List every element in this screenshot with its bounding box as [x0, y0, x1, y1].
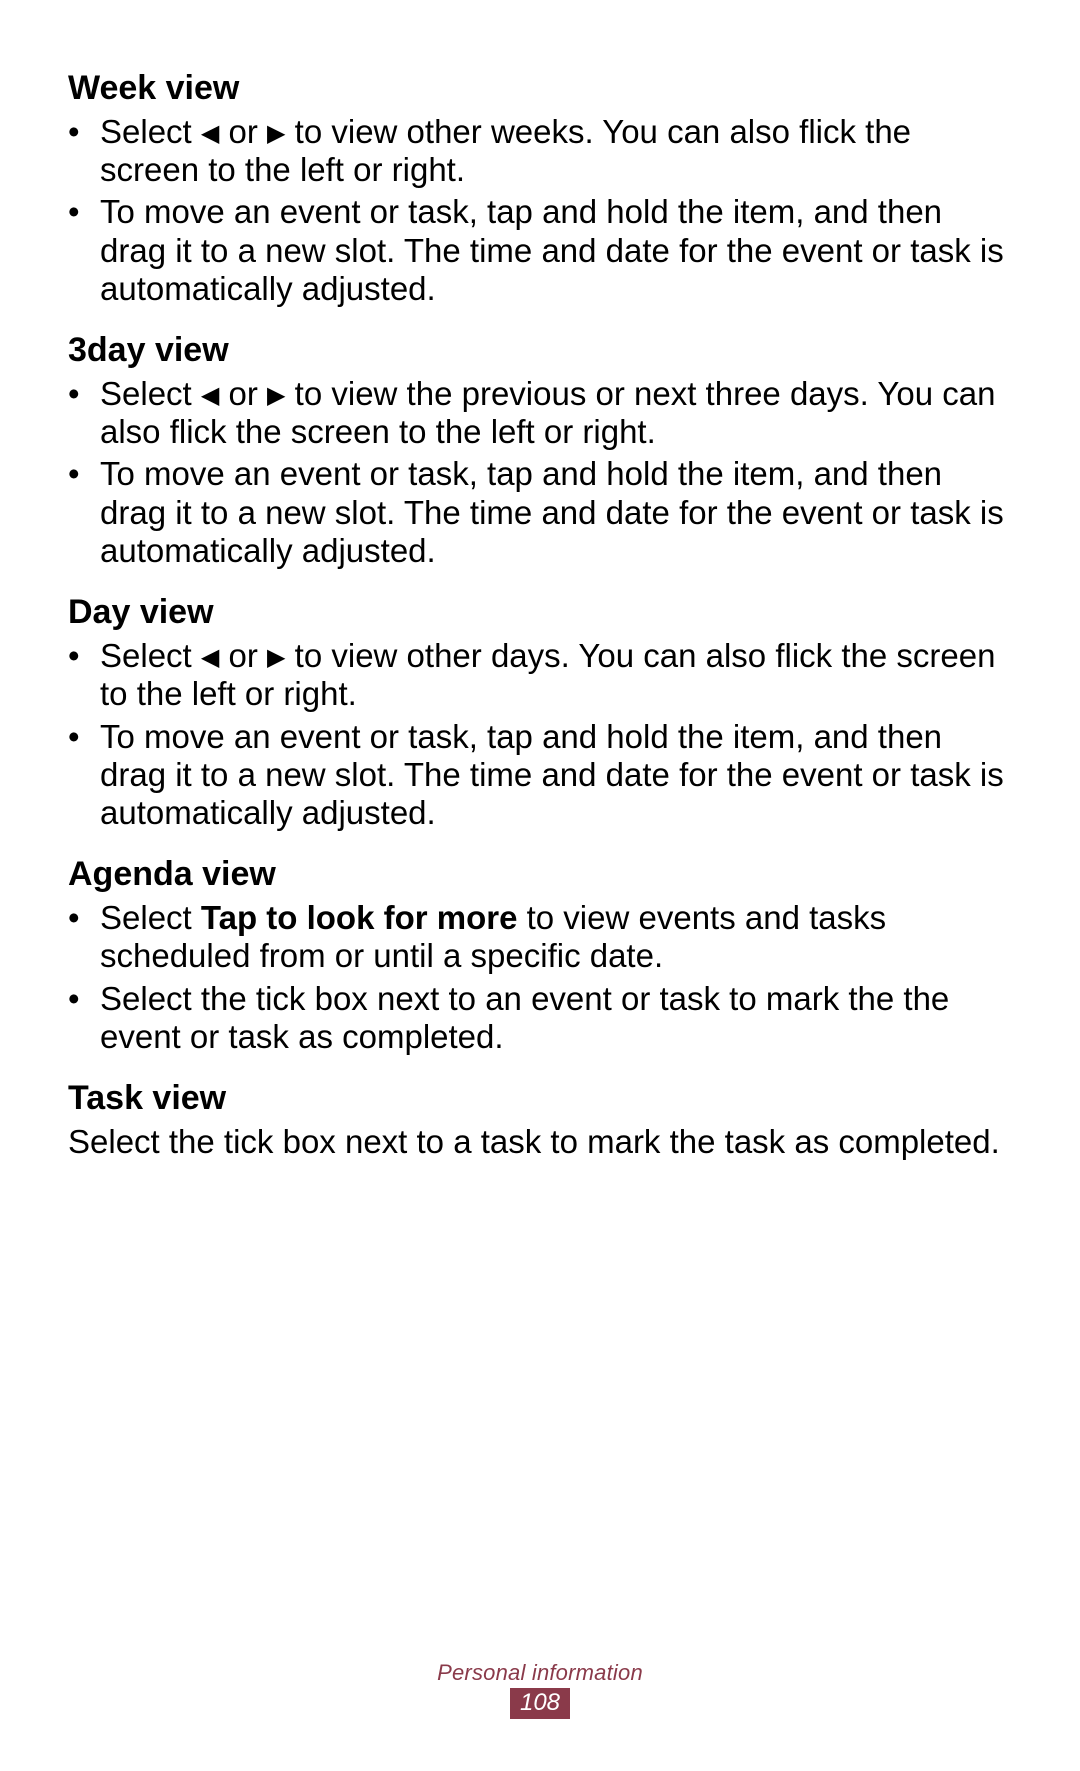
- bullet-item: Select the tick box next to an event or …: [68, 980, 1012, 1057]
- right-arrow-icon: ▶: [267, 384, 285, 408]
- text-run: or: [219, 637, 267, 674]
- text-run: Tap to look for more: [201, 899, 518, 936]
- section-heading: 3day view: [68, 330, 1012, 371]
- bullet-item: To move an event or task, tap and hold t…: [68, 193, 1012, 308]
- section: Day viewSelect ◀ or ▶ to view other days…: [68, 592, 1012, 832]
- section-heading: Agenda view: [68, 854, 1012, 895]
- section: Week viewSelect ◀ or ▶ to view other wee…: [68, 68, 1012, 308]
- text-run: Select: [100, 637, 201, 674]
- section-heading: Week view: [68, 68, 1012, 109]
- text-run: Select the tick box next to an event or …: [100, 980, 949, 1055]
- footer-section-title: Personal information: [0, 1660, 1080, 1686]
- bullet-item: Select ◀ or ▶ to view other weeks. You c…: [68, 113, 1012, 190]
- document-page: Week viewSelect ◀ or ▶ to view other wee…: [0, 0, 1080, 1161]
- bullet-list: Select ◀ or ▶ to view other weeks. You c…: [68, 113, 1012, 308]
- text-run: Select: [100, 899, 201, 936]
- bullet-item: To move an event or task, tap and hold t…: [68, 455, 1012, 570]
- bullet-item: Select ◀ or ▶ to view the previous or ne…: [68, 375, 1012, 452]
- text-run: To move an event or task, tap and hold t…: [100, 193, 1004, 307]
- left-arrow-icon: ◀: [201, 646, 219, 670]
- bullet-item: Select ◀ or ▶ to view other days. You ca…: [68, 637, 1012, 714]
- text-run: or: [219, 113, 267, 150]
- text-run: To move an event or task, tap and hold t…: [100, 455, 1004, 569]
- right-arrow-icon: ▶: [267, 122, 285, 146]
- bullet-item: Select Tap to look for more to view even…: [68, 899, 1012, 976]
- section: Agenda viewSelect Tap to look for more t…: [68, 854, 1012, 1056]
- text-run: or: [219, 375, 267, 412]
- right-arrow-icon: ▶: [267, 646, 285, 670]
- left-arrow-icon: ◀: [201, 122, 219, 146]
- section-heading: Day view: [68, 592, 1012, 633]
- text-run: To move an event or task, tap and hold t…: [100, 718, 1004, 832]
- sections-container: Week viewSelect ◀ or ▶ to view other wee…: [68, 68, 1012, 1161]
- bullet-list: Select ◀ or ▶ to view other days. You ca…: [68, 637, 1012, 832]
- bullet-list: Select Tap to look for more to view even…: [68, 899, 1012, 1056]
- page-footer: Personal information 108: [0, 1660, 1080, 1719]
- text-run: Select: [100, 113, 201, 150]
- text-run: Select: [100, 375, 201, 412]
- page-number: 108: [510, 1688, 570, 1719]
- section: 3day viewSelect ◀ or ▶ to view the previ…: [68, 330, 1012, 570]
- section-heading: Task view: [68, 1078, 1012, 1119]
- body-paragraph: Select the tick box next to a task to ma…: [68, 1123, 1012, 1161]
- section: Task view Select the tick box next to a t…: [68, 1078, 1012, 1161]
- bullet-list: Select ◀ or ▶ to view the previous or ne…: [68, 375, 1012, 570]
- bullet-item: To move an event or task, tap and hold t…: [68, 718, 1012, 833]
- left-arrow-icon: ◀: [201, 384, 219, 408]
